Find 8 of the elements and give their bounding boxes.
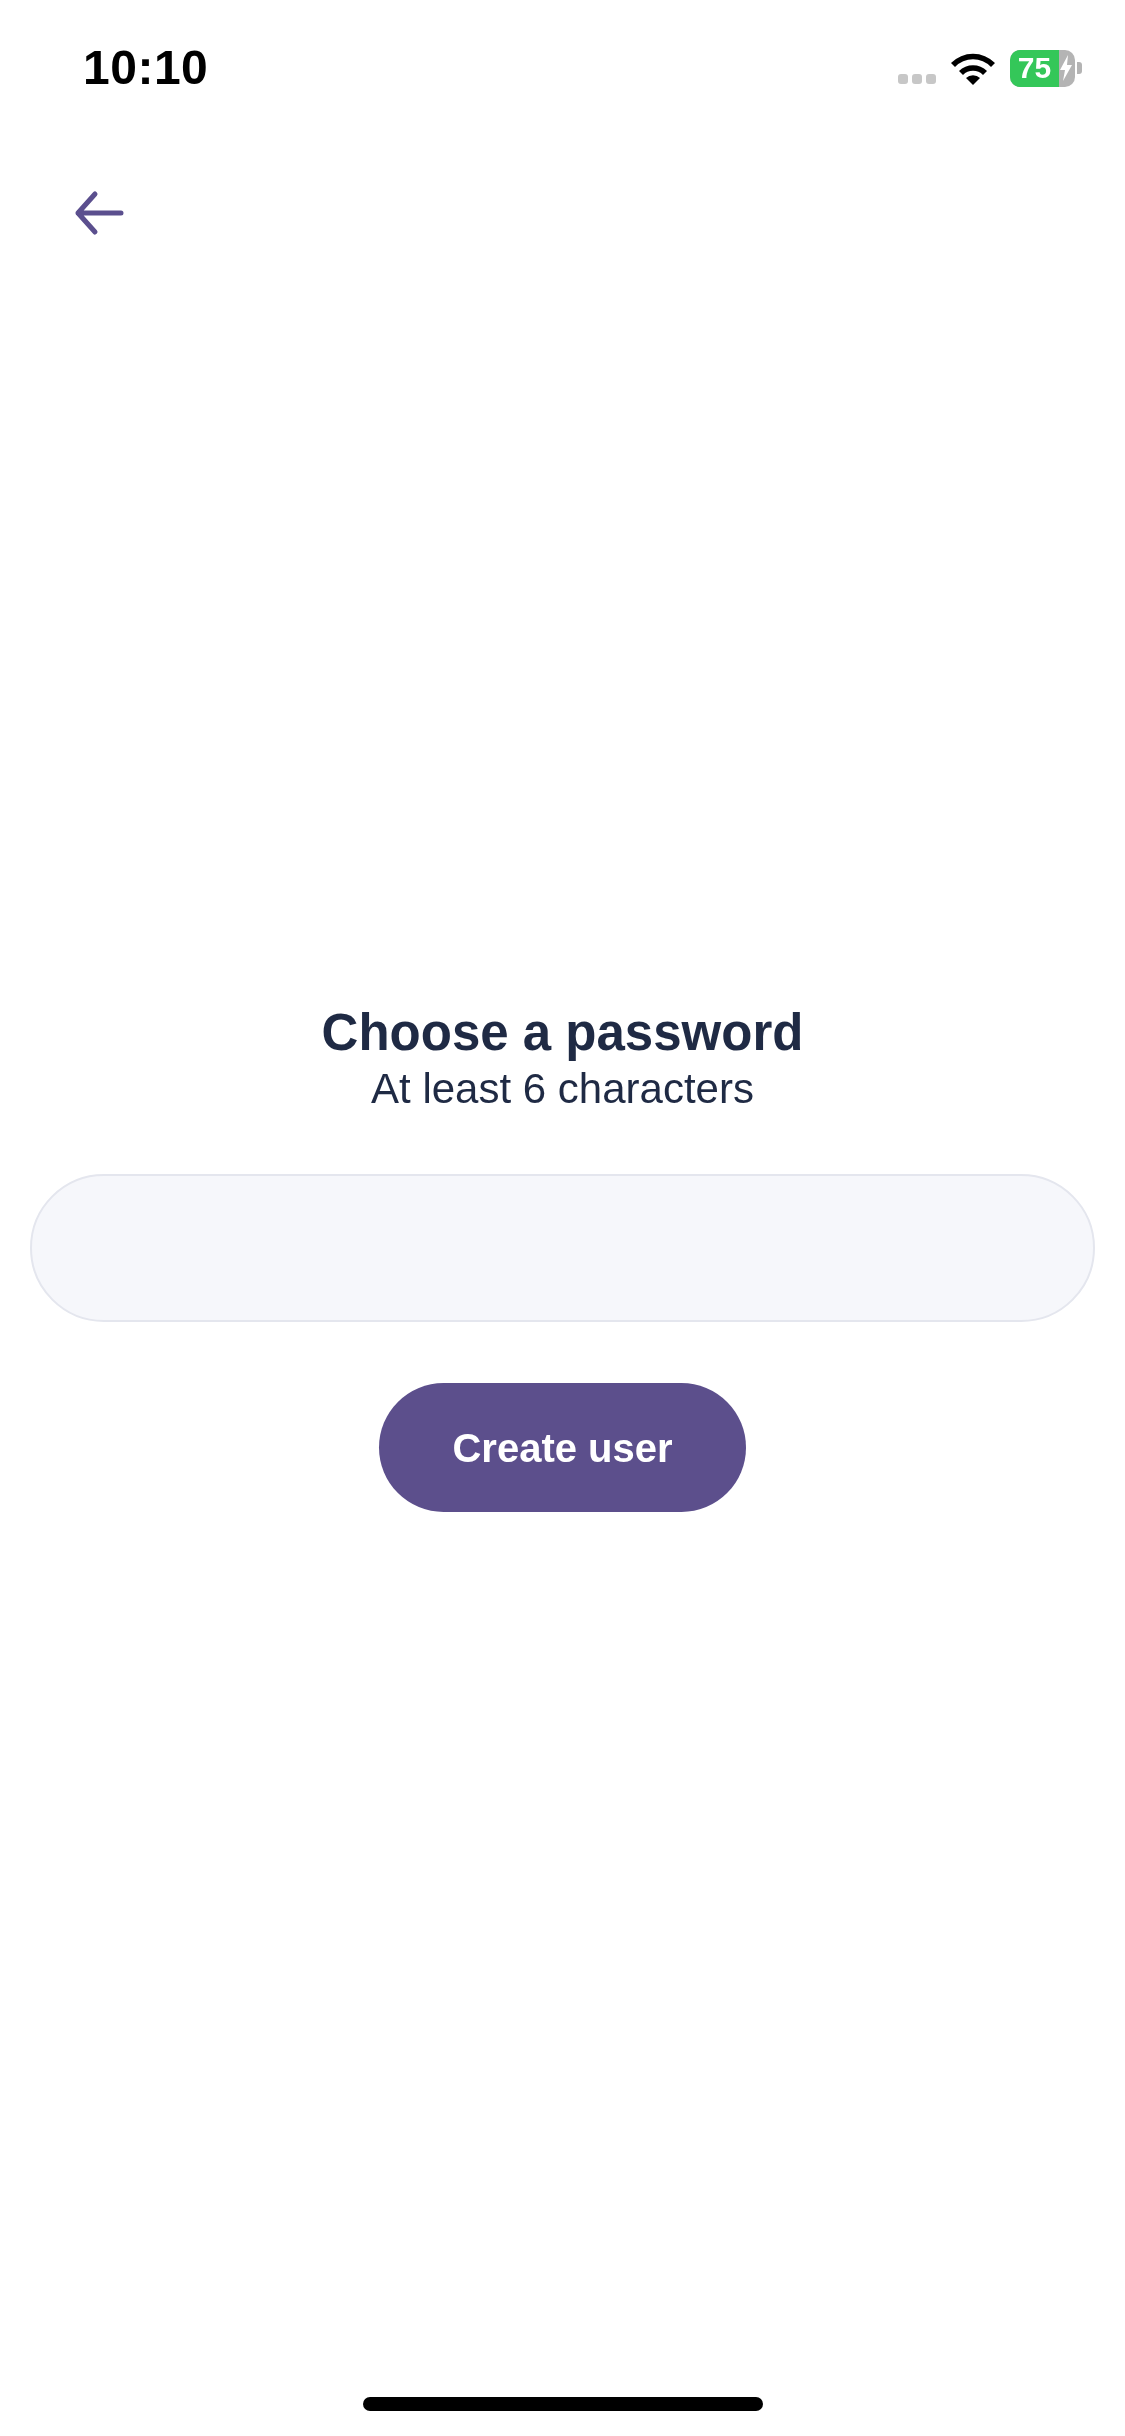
create-user-button[interactable]: Create user [379, 1383, 746, 1512]
signal-dots-icon [898, 74, 936, 84]
battery-level-text: 75 [1017, 53, 1052, 83]
wifi-icon [950, 51, 996, 85]
page-subtitle: At least 6 characters [371, 1064, 754, 1114]
battery-cap-icon [1077, 62, 1082, 74]
status-time: 10:10 [83, 44, 209, 92]
page-heading: Choose a password [321, 1003, 804, 1063]
